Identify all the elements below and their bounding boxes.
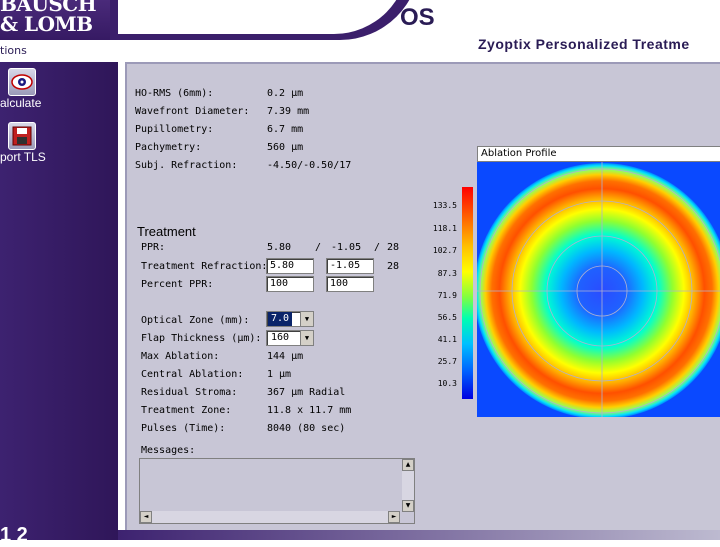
chevron-down-icon[interactable]: ▼ (300, 331, 313, 345)
scale-label: 87.3 (437, 269, 457, 278)
main-panel: HO-RMS (6mm): 0.2 µm Wavefront Diameter:… (125, 62, 720, 530)
ablation-profile-title: Ablation Profile (477, 146, 720, 162)
residual-stroma-value: 367 µm Radial (267, 387, 346, 398)
scale-label: 25.7 (437, 357, 457, 366)
ppr-sphere: 5.80 (267, 242, 292, 253)
ablation-color-scale (462, 187, 473, 399)
ablation-heatmap (474, 162, 720, 419)
treatment-refraction-cylinder-input[interactable]: -1.05 (326, 258, 374, 274)
sidebar: alculate port TLS (0, 62, 118, 540)
central-ablation-value: 1 µm (267, 369, 292, 380)
ppr-axis: 28 (387, 242, 400, 253)
messages-box[interactable]: ▲ ▼ ◄ ► (139, 458, 415, 524)
optical-zone-value: 7.0 (268, 312, 293, 326)
ho-rms-label: HO-RMS (6mm): (135, 88, 214, 99)
page-indicator: 1 2 (0, 524, 28, 546)
optical-zone-select[interactable]: 7.0 ▼ (266, 311, 314, 327)
scale-label: 71.9 (437, 291, 457, 300)
treatment-zone-label: Treatment Zone: (141, 405, 232, 416)
calculate-button[interactable]: alculate (0, 66, 118, 116)
scale-label: 41.1 (437, 335, 457, 344)
flap-thickness-select[interactable]: 160 ▼ (266, 330, 314, 346)
scroll-left-icon[interactable]: ◄ (140, 511, 152, 523)
header: BAUSCH & LOMB OS tions Zyoptix Personali… (0, 0, 720, 62)
product-title: Zyoptix Personalized Treatme (478, 36, 690, 52)
wavefront-diameter-value: 7.39 mm (267, 106, 310, 117)
scroll-up-icon[interactable]: ▲ (402, 459, 414, 471)
flap-thickness-label: Flap Thickness (µm): (141, 333, 262, 344)
percent-ppr-label: Percent PPR: (141, 279, 214, 290)
calculate-label: alculate (0, 96, 42, 110)
optical-zone-label: Optical Zone (mm): (141, 315, 250, 326)
central-ablation-label: Central Ablation: (141, 369, 244, 380)
subj-refraction-label: Subj. Refraction: (135, 160, 238, 171)
ppr-separator-1: / (315, 242, 322, 253)
percent-ppr-cylinder-input[interactable]: 100 (326, 276, 374, 292)
options-label: tions (0, 44, 27, 57)
export-tls-label: port TLS (0, 150, 46, 164)
ablation-profile-map (474, 162, 720, 419)
treatment-title: Treatment (137, 224, 196, 239)
scale-label: 102.7 (432, 246, 457, 255)
ppr-label: PPR: (141, 242, 166, 253)
treatment-refraction-axis: 28 (387, 261, 400, 272)
percent-ppr-sphere-input[interactable]: 100 (266, 276, 314, 292)
pachymetry-value: 560 µm (267, 142, 304, 153)
scroll-down-icon[interactable]: ▼ (402, 500, 414, 512)
max-ablation-value: 144 µm (267, 351, 304, 362)
floppy-disk-icon (8, 122, 36, 150)
calculator-eye-icon (8, 68, 36, 96)
chevron-down-icon[interactable]: ▼ (300, 312, 313, 326)
residual-stroma-label: Residual Stroma: (141, 387, 238, 398)
ho-rms-value: 0.2 µm (267, 88, 304, 99)
messages-h-scrollbar[interactable] (140, 511, 400, 523)
treatment-zone-value: 11.8 x 11.7 mm (267, 405, 352, 416)
bausch-lomb-logo: BAUSCH & LOMB (0, 0, 97, 36)
max-ablation-label: Max Ablation: (141, 351, 220, 362)
export-tls-button[interactable]: port TLS (0, 120, 118, 170)
pulses-label: Pulses (Time): (141, 423, 226, 434)
pupillometry-label: Pupillometry: (135, 124, 214, 135)
pachymetry-label: Pachymetry: (135, 142, 202, 153)
scale-label: 133.5 (432, 201, 457, 210)
ppr-cylinder: -1.05 (331, 242, 362, 253)
subj-refraction-value: -4.50/-0.50/17 (267, 160, 352, 171)
scale-label: 118.1 (432, 224, 457, 233)
bottom-strip (118, 530, 720, 540)
scale-label: 10.3 (437, 379, 457, 388)
treatment-refraction-label: Treatment Refraction: (141, 261, 268, 272)
ppr-separator-2: / (374, 242, 381, 253)
scale-label: 56.5 (437, 313, 457, 322)
messages-label: Messages: (141, 445, 196, 456)
wavefront-diameter-label: Wavefront Diameter: (135, 106, 250, 117)
pulses-value: 8040 (80 sec) (267, 423, 346, 434)
flap-thickness-value: 160 (271, 332, 290, 343)
eye-indicator: OS (400, 4, 435, 31)
pupillometry-value: 6.7 mm (267, 124, 304, 135)
scroll-right-icon[interactable]: ► (388, 511, 400, 523)
treatment-refraction-sphere-input[interactable]: 5.80 (266, 258, 314, 274)
